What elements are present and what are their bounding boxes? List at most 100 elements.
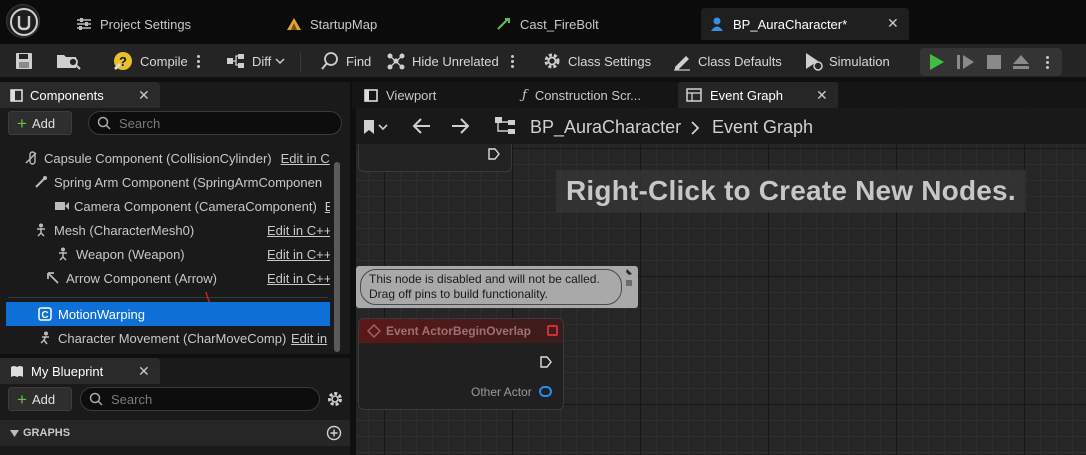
close-panel-icon[interactable]: ✕ [138, 363, 150, 380]
edit-in-cpp-link[interactable]: Edit in [291, 331, 327, 346]
spring-arm-icon [32, 174, 50, 190]
components-title: Components [30, 87, 104, 103]
tab-project-settings[interactable]: Project Settings [68, 8, 268, 40]
tree-item-capsule[interactable]: Capsule Component (CollisionCylinder) Ed… [0, 146, 330, 170]
close-tab-icon[interactable]: ✕ [887, 15, 899, 32]
class-settings-label: Class Settings [568, 53, 652, 69]
forward-arrow-icon[interactable] [450, 117, 470, 135]
scrollbar-thumb[interactable] [334, 162, 340, 352]
my-blueprint-panel: My Blueprint ✕ + Add Search GRAPHS [0, 358, 350, 455]
breadcrumb-root[interactable]: BP_AuraCharacter [530, 117, 681, 138]
find-button[interactable]: Find [320, 44, 371, 78]
character-movement-icon [36, 330, 54, 346]
diff-label: Diff [252, 53, 272, 69]
event-diamond-icon [367, 324, 381, 338]
tree-item-weapon[interactable]: Weapon (Weapon) Edit in C++ [0, 242, 330, 266]
graph-hierarchy-icon [494, 116, 516, 136]
browse-folder-icon[interactable] [56, 44, 82, 78]
cpp-component-icon: C [36, 306, 54, 322]
object-pin-icon[interactable] [539, 386, 552, 397]
edit-in-cpp-link[interactable]: Edit in C [281, 151, 330, 166]
add-label: Add [31, 391, 56, 407]
tab-startupmap[interactable]: StartupMap [278, 8, 468, 40]
compile-options-menu[interactable] [197, 44, 201, 78]
tree-item-character-movement[interactable]: Character Movement (CharMoveComp) Edit i… [0, 326, 330, 350]
components-scrollbar[interactable] [333, 162, 341, 352]
class-settings-button[interactable]: Class Settings [542, 44, 651, 78]
tab-label: Cast_FireBolt [520, 16, 599, 32]
exec-out-pin-icon[interactable] [487, 147, 501, 161]
step-forward-icon[interactable] [956, 54, 976, 70]
event-actor-begin-overlap-node[interactable]: Event ActorBeginOverlap Other Actor [358, 318, 564, 410]
tab-event-graph[interactable]: Event Graph ✕ [678, 82, 838, 108]
chevron-down-icon [10, 429, 19, 437]
diff-button[interactable]: Diff [226, 44, 285, 78]
my-blueprint-search-input[interactable]: Search [80, 387, 320, 411]
gear-icon [542, 51, 562, 71]
tab-bp-auracharacter[interactable]: BP_AuraCharacter* ✕ [701, 8, 909, 40]
pin-icon[interactable] [624, 268, 634, 288]
graph-hint-text: Right-Click to Create New Nodes. [556, 170, 1026, 212]
edit-in-cpp-link[interactable]: Edit in C++ [267, 223, 330, 238]
exec-out-pin-icon[interactable] [539, 355, 553, 369]
delegate-pin-icon[interactable] [547, 325, 558, 336]
tree-item-label: MotionWarping [58, 306, 145, 322]
close-panel-icon[interactable]: ✕ [138, 87, 150, 104]
gear-icon[interactable] [326, 390, 344, 408]
add-graph-icon[interactable] [326, 425, 342, 441]
hide-unrelated-button[interactable]: Hide Unrelated [386, 44, 499, 78]
close-tab-icon[interactable]: ✕ [816, 87, 828, 104]
bookmark-dropdown[interactable] [362, 116, 392, 138]
node-graph-icon [386, 52, 406, 70]
play-icon[interactable] [928, 54, 946, 70]
tree-item-label: Weapon (Weapon) [76, 246, 185, 262]
play-options-menu[interactable] [1046, 45, 1050, 79]
hide-unrelated-options-menu[interactable] [511, 44, 515, 78]
event-graph-canvas[interactable]: BP_AuraCharacter Event Graph Right-Click… [356, 108, 1086, 455]
graphs-section-header[interactable]: GRAPHS [0, 420, 350, 446]
components-icon [10, 88, 23, 102]
document-tab-bar: Project Settings StartupMap Cast_FireBol… [0, 0, 1086, 44]
character-blueprint-icon [709, 16, 725, 32]
add-variable-button[interactable]: + Add [8, 387, 72, 411]
tree-item-spring-arm[interactable]: Spring Arm Component (SpringArmComponen [0, 170, 330, 194]
tree-item-arrow[interactable]: Arrow Component (Arrow) Edit in C++ [0, 266, 330, 290]
compile-button[interactable]: ? Compile [112, 44, 188, 78]
search-placeholder: Search [111, 391, 153, 407]
components-panel: Components ✕ + Add Search Capsule Compon… [0, 82, 350, 354]
tree-item-label: Mesh (CharacterMesh0) [54, 222, 195, 238]
graph-breadcrumb-bar: BP_AuraCharacter Event Graph [356, 108, 1086, 144]
tree-item-mesh[interactable]: Mesh (CharacterMesh0) Edit in C++ [0, 218, 330, 242]
blueprint-toolbar: ? Compile Diff Find Hide Unrelated Class… [0, 44, 1086, 78]
components-tab[interactable]: Components ✕ [0, 82, 160, 108]
settings-sliders-icon [76, 17, 92, 31]
skeletal-mesh-icon [54, 246, 72, 262]
add-component-button[interactable]: + Add [8, 111, 72, 135]
tab-cast-firebolt[interactable]: Cast_FireBolt [488, 8, 698, 40]
tab-viewport[interactable]: Viewport [360, 82, 510, 108]
class-defaults-button[interactable]: Class Defaults [672, 44, 782, 78]
tab-label: Construction Scr... [534, 87, 642, 103]
edit-in-cpp-link[interactable]: E [325, 199, 330, 214]
back-arrow-icon[interactable] [412, 117, 432, 135]
event-graph-icon [686, 88, 702, 102]
simulation-play-icon [803, 51, 823, 71]
add-label: Add [31, 115, 56, 131]
hide-unrelated-label: Hide Unrelated [412, 53, 499, 69]
plus-icon: + [17, 113, 27, 133]
tree-item-camera[interactable]: Camera Component (CameraComponent) E [0, 194, 330, 218]
my-blueprint-tab[interactable]: My Blueprint ✕ [0, 358, 160, 384]
tab-construction-script[interactable]: ƒ Construction Scr... [522, 82, 672, 108]
simulation-button[interactable]: Simulation [803, 44, 890, 78]
edit-in-cpp-link[interactable]: Edit in C++ [267, 247, 330, 262]
viewport-icon [364, 88, 378, 102]
tree-item-motionwarping[interactable]: C MotionWarping [6, 302, 330, 326]
edit-in-cpp-link[interactable]: Edit in C++ [267, 271, 330, 286]
play-controls [920, 48, 1062, 76]
level-map-icon [286, 17, 302, 31]
stop-icon[interactable] [986, 54, 1002, 70]
unreal-logo-icon[interactable] [6, 4, 40, 38]
eject-icon[interactable] [1012, 54, 1030, 70]
save-icon[interactable] [14, 44, 34, 78]
components-search-input[interactable]: Search [88, 111, 342, 135]
